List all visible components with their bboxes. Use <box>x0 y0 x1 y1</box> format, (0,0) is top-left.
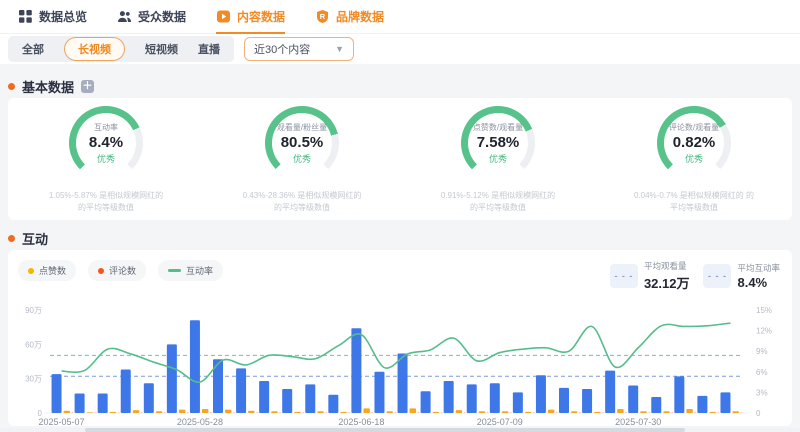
section-bullet-icon <box>8 235 15 242</box>
gauge-ring: 互动率 8.4% 优秀 <box>69 106 143 180</box>
section-title: 基本数据 <box>22 77 74 96</box>
svg-text:3%: 3% <box>756 388 768 397</box>
legend-likes[interactable]: 点赞数 <box>18 260 76 281</box>
add-icon[interactable]: ＋ <box>81 80 94 93</box>
gauge-label: 互动率 <box>94 122 118 133</box>
section-title: 互动 <box>22 229 48 248</box>
nav-tab-label: 品牌数据 <box>336 8 384 25</box>
gauge-value: 0.82% <box>673 134 716 151</box>
filter-tab-short-video[interactable]: 短视频 <box>145 41 178 57</box>
content-range-select[interactable]: 近30个内容 ▼ <box>244 37 354 61</box>
gauge-benchmark-note: 0.43%-28.36% 是相似规模网红的的平均等级数值 <box>243 190 362 214</box>
basic-data-header: 基本数据 ＋ <box>8 74 792 98</box>
gauge-label: 评论数/观看量 <box>669 122 719 133</box>
gauge-value: 7.58% <box>477 134 520 151</box>
svg-text:2025-06-18: 2025-06-18 <box>338 417 384 427</box>
gauge-rating: 优秀 <box>685 152 703 165</box>
svg-text:30万: 30万 <box>25 375 42 384</box>
filter-bar: 全部 长视频 短视频 直播 近30个内容 ▼ <box>0 34 800 64</box>
svg-text:2025-07-09: 2025-07-09 <box>477 417 523 427</box>
gauge-views-per-follower: 观看量/粉丝量 80.5% 优秀 0.43%-28.36% 是相似规模网红的的平… <box>204 106 400 220</box>
stat-label: 平均观看量 <box>644 260 690 272</box>
nav-tab-label: 受众数据 <box>138 8 186 25</box>
gauge-rating: 优秀 <box>97 152 115 165</box>
gauge-benchmark-note: 1.05%-5.87% 是相似规模网红的的平均等级数值 <box>49 190 163 214</box>
svg-text:90万: 90万 <box>25 306 42 315</box>
gauge-interaction-rate: 互动率 8.4% 优秀 1.05%-5.87% 是相似规模网红的的平均等级数值 <box>8 106 204 220</box>
interaction-card: 点赞数 评论数 互动率 - - - 平均观看量 32.12万 <box>8 250 792 426</box>
gauge-value: 8.4% <box>89 134 123 151</box>
top-nav: 数据总览 受众数据 内容数据 R 品牌数据 <box>0 0 800 34</box>
gauge-value: 80.5% <box>281 134 324 151</box>
dashed-line-icon: - - - <box>703 264 731 288</box>
stat-value: 8.4% <box>737 275 780 290</box>
nav-tab-brand-data[interactable]: R 品牌数据 <box>315 0 384 34</box>
svg-text:2025-05-07: 2025-05-07 <box>39 417 85 427</box>
chevron-down-icon: ▼ <box>335 44 344 54</box>
rate-line-icon <box>168 269 181 272</box>
svg-text:0: 0 <box>756 409 761 418</box>
interaction-chart[interactable]: 030万60万90万03%6%9%12%15%2025-05-072025-05… <box>8 294 792 428</box>
nav-tab-audience-data[interactable]: 受众数据 <box>117 0 186 34</box>
likes-dot-icon <box>28 268 34 274</box>
gauge-ring: 评论数/观看量 0.82% 优秀 <box>657 106 731 180</box>
legend-comments[interactable]: 评论数 <box>88 260 146 281</box>
gauge-rating: 优秀 <box>489 152 507 165</box>
shield-r-icon: R <box>315 9 330 24</box>
stat-average-interaction-rate: - - - 平均互动率 8.4% <box>703 260 780 292</box>
svg-text:2025-07-30: 2025-07-30 <box>615 417 661 427</box>
gauge-rating: 优秀 <box>293 152 311 165</box>
nav-tab-label: 内容数据 <box>237 8 285 25</box>
horizontal-scrollbar[interactable] <box>0 428 800 432</box>
filter-tab-live[interactable]: 直播 <box>198 41 220 57</box>
svg-text:15%: 15% <box>756 306 772 315</box>
nav-tab-label: 数据总览 <box>39 8 87 25</box>
users-icon <box>117 9 132 24</box>
section-bullet-icon <box>8 83 15 90</box>
gauge-benchmark-note: 0.91%-5.12% 是相似规模网红的的平均等级数值 <box>441 190 555 214</box>
stat-average-views: - - - 平均观看量 32.12万 <box>610 260 690 292</box>
stat-value: 32.12万 <box>644 273 690 292</box>
svg-text:R: R <box>320 12 326 21</box>
grid-icon <box>18 9 33 24</box>
svg-text:9%: 9% <box>756 347 768 356</box>
filter-tab-all[interactable]: 全部 <box>22 41 44 57</box>
main-content: 基本数据 ＋ 互动率 8.4% 优秀 1.05%-5.87% 是相似规模网红的的… <box>0 64 800 426</box>
filter-tab-long-video[interactable]: 长视频 <box>64 37 125 61</box>
comments-dot-icon <box>98 268 104 274</box>
chart-legend: 点赞数 评论数 互动率 <box>18 260 223 281</box>
stat-label: 平均互动率 <box>737 262 780 274</box>
svg-text:2025-05-28: 2025-05-28 <box>177 417 223 427</box>
nav-tab-data-overview[interactable]: 数据总览 <box>18 0 87 34</box>
dashed-line-icon: - - - <box>610 264 638 288</box>
svg-text:6%: 6% <box>756 368 768 377</box>
content-range-value: 近30个内容 <box>254 41 310 57</box>
legend-interaction-rate[interactable]: 互动率 <box>158 260 223 281</box>
gauge-likes-per-view: 点赞数/观看量 7.58% 优秀 0.91%-5.12% 是相似规模网红的的平均… <box>400 106 596 220</box>
scrollbar-thumb[interactable] <box>85 428 685 432</box>
gauge-ring: 观看量/粉丝量 80.5% 优秀 <box>265 106 339 180</box>
basic-data-card: 互动率 8.4% 优秀 1.05%-5.87% 是相似规模网红的的平均等级数值 … <box>8 98 792 220</box>
play-icon <box>216 9 231 24</box>
nav-tab-content-data[interactable]: 内容数据 <box>216 0 285 34</box>
video-type-segment: 全部 长视频 短视频 直播 <box>8 36 234 62</box>
gauge-label: 观看量/粉丝量 <box>277 122 327 133</box>
gauge-comments-per-view: 评论数/观看量 0.82% 优秀 0.04%-0.7% 是相似规模网红的 的平均… <box>596 106 792 220</box>
gauge-label: 点赞数/观看量 <box>473 122 523 133</box>
interaction-header: 互动 <box>8 226 792 250</box>
svg-text:12%: 12% <box>756 327 772 336</box>
gauge-benchmark-note: 0.04%-0.7% 是相似规模网红的 的平均等级数值 <box>634 190 754 214</box>
svg-text:60万: 60万 <box>25 340 42 349</box>
chart-stats: - - - 平均观看量 32.12万 - - - 平均互动率 8.4% <box>610 260 782 292</box>
gauge-ring: 点赞数/观看量 7.58% 优秀 <box>461 106 535 180</box>
